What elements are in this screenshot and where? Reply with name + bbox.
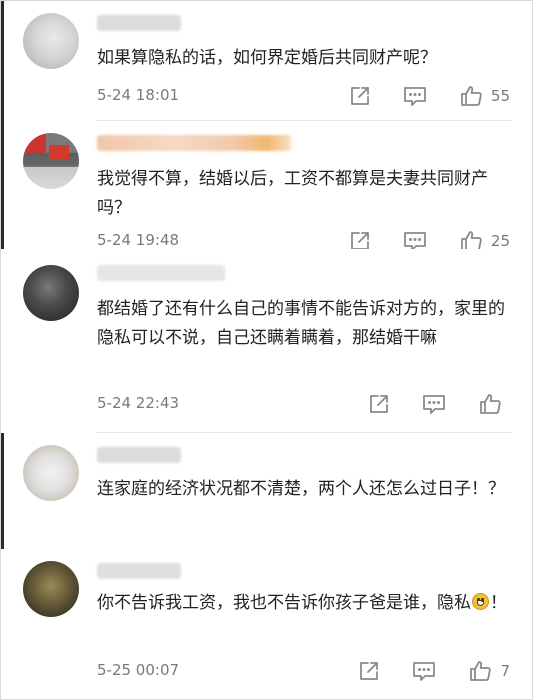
like-button[interactable]: 25 <box>459 229 510 249</box>
thumbs-up-icon <box>470 661 492 681</box>
thumbs-up-icon <box>461 86 482 106</box>
comment-text: 都结婚了还有什么自己的事情不能告诉对方的，家里的隐私可以不说，自己还瞒着瞒着，那… <box>97 299 505 348</box>
thumbs-up-icon <box>480 394 501 414</box>
comment-meta: 5-24 22:43 <box>97 392 510 416</box>
comment-button[interactable] <box>412 660 436 682</box>
comment-button[interactable] <box>403 85 427 107</box>
comment-icon <box>404 87 426 106</box>
comment-text-part: ！ <box>490 593 507 613</box>
avatar[interactable] <box>23 133 79 189</box>
comment-meta: 5-25 00:07 7 <box>97 659 510 683</box>
username-blurred[interactable] <box>97 15 181 31</box>
comment-item: 我觉得不算，结婚以后，工资不都算是夫妻共同财产吗？ 5-24 19:48 25 <box>1 121 532 249</box>
avatar[interactable] <box>23 265 79 321</box>
like-count: 25 <box>490 232 510 249</box>
crop-edge <box>1 433 4 549</box>
timestamp: 5-24 22:43 <box>97 394 180 412</box>
comment-item: 连家庭的经济状况都不清楚，两个人还怎么过日子！？ <box>1 433 532 549</box>
share-button[interactable] <box>368 393 390 415</box>
like-count: 7 <box>500 662 510 680</box>
comment-actions <box>336 392 510 416</box>
comment-meta: 5-24 18:01 55 <box>97 84 510 108</box>
share-icon <box>351 232 369 249</box>
comment-icon <box>413 662 436 681</box>
comment-actions: 55 <box>317 84 510 108</box>
share-icon <box>360 662 379 680</box>
comment-button[interactable] <box>403 230 427 249</box>
avatar[interactable] <box>23 13 79 69</box>
timestamp: 5-24 19:48 <box>97 231 180 249</box>
like-button[interactable] <box>478 392 510 416</box>
comment-button[interactable] <box>422 393 446 415</box>
username-blurred[interactable] <box>97 447 181 463</box>
share-button[interactable] <box>349 230 371 249</box>
comment-text: 如果算隐私的话，如何界定婚后共同财产呢？ <box>97 48 437 68</box>
comment-text: 你不告诉我工资，我也不告诉你孩子爸是谁，隐私 ！ <box>97 589 510 618</box>
comment-list: 如果算隐私的话，如何界定婚后共同财产呢？ 5-24 18:01 55 我觉得不算… <box>0 0 533 700</box>
share-icon <box>370 395 388 413</box>
comment-meta: 5-24 19:48 25 <box>97 229 510 249</box>
comment-item: 如果算隐私的话，如何界定婚后共同财产呢？ 5-24 18:01 55 <box>1 1 532 121</box>
avatar[interactable] <box>23 445 79 501</box>
like-button[interactable]: 55 <box>459 84 510 108</box>
timestamp: 5-24 18:01 <box>97 86 180 104</box>
avatar[interactable] <box>23 561 79 617</box>
crop-edge <box>1 1 4 121</box>
comment-actions: 25 <box>317 229 510 249</box>
comment-text: 我觉得不算，结婚以后，工资不都算是夫妻共同财产吗？ <box>97 169 488 218</box>
share-icon <box>351 87 369 105</box>
comment-item: 都结婚了还有什么自己的事情不能告诉对方的，家里的隐私可以不说，自己还瞒着瞒着，那… <box>1 249 532 433</box>
smile-emoji-icon <box>472 593 489 610</box>
comment-text-part: 你不告诉我工资，我也不告诉你孩子爸是谁，隐私 <box>97 593 471 613</box>
crop-edge <box>1 121 4 249</box>
thumbs-up-icon <box>461 231 482 249</box>
comment-meta <box>97 517 510 541</box>
share-button[interactable] <box>358 660 380 682</box>
timestamp: 5-25 00:07 <box>97 661 180 679</box>
comment-icon <box>404 232 426 249</box>
comment-item: 你不告诉我工资，我也不告诉你孩子爸是谁，隐私 ！ 5-25 00:07 7 <box>1 549 532 699</box>
comment-icon <box>423 395 445 414</box>
username-blurred[interactable] <box>97 563 181 579</box>
username-blurred[interactable] <box>97 135 291 151</box>
comment-text: 连家庭的经济状况都不清楚，两个人还怎么过日子！？ <box>97 479 505 499</box>
like-button[interactable]: 7 <box>468 659 510 683</box>
share-button[interactable] <box>349 85 371 107</box>
username-blurred[interactable] <box>97 265 225 281</box>
like-count: 55 <box>490 87 510 105</box>
comment-actions: 7 <box>326 659 510 683</box>
